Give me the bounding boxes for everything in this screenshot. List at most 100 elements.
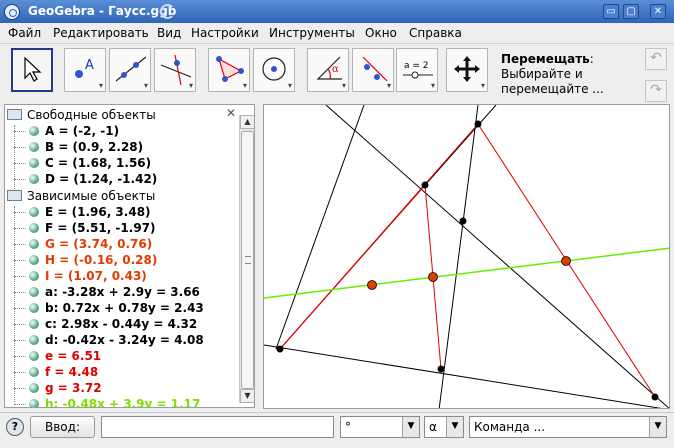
- window-title: GeoGebra - Гаусс.ggb: [28, 4, 177, 18]
- algebra-item[interactable]: a: -3.28x + 2.9y = 3.66: [5, 284, 235, 300]
- chevron-down-icon[interactable]: ▼: [649, 417, 666, 437]
- move-graphics-icon: [454, 56, 480, 82]
- perpendicular-line-icon: [160, 54, 191, 85]
- tool-new-point[interactable]: A ▾: [64, 48, 106, 92]
- slider-a2-icon: a = 2: [403, 61, 433, 79]
- svg-text:a = 2: a = 2: [404, 61, 429, 71]
- visibility-dot-icon[interactable]: [29, 287, 39, 297]
- visibility-dot-icon[interactable]: [29, 255, 39, 265]
- graphics-view[interactable]: [263, 104, 670, 409]
- command-placeholder: Команда ...: [474, 420, 546, 434]
- menu-help[interactable]: Справка: [409, 26, 462, 40]
- visibility-dot-icon[interactable]: [29, 367, 39, 377]
- minimize-button[interactable]: ▭: [603, 4, 619, 19]
- point-C: [459, 217, 467, 225]
- line-d: [264, 344, 662, 408]
- input-help-button[interactable]: ?: [6, 418, 24, 436]
- tree-folder-dependent[interactable]: Зависимые объекты: [5, 188, 235, 204]
- menu-window[interactable]: Окно: [365, 26, 397, 40]
- panel-splitter[interactable]: [256, 104, 262, 409]
- command-dropdown[interactable]: Команда ... ▼: [469, 416, 667, 438]
- algebra-item-text: A = (-2, -1): [45, 124, 120, 138]
- tool-angle[interactable]: α ▾: [307, 48, 349, 92]
- point-F: [651, 393, 659, 401]
- symbol-greek-dropdown[interactable]: α ▼: [424, 416, 464, 438]
- visibility-dot-icon[interactable]: [29, 174, 39, 184]
- tool-circle[interactable]: ▾: [253, 48, 295, 92]
- menu-options[interactable]: Настройки: [191, 26, 259, 40]
- visibility-dot-icon[interactable]: [29, 142, 39, 152]
- algebra-item[interactable]: I = (1.07, 0.43): [5, 268, 235, 284]
- undo-button[interactable]: ↶: [645, 48, 667, 70]
- algebra-item[interactable]: H = (-0.16, 0.28): [5, 252, 235, 268]
- visibility-dot-icon[interactable]: [29, 223, 39, 233]
- folder-icon: [7, 190, 22, 201]
- algebra-item[interactable]: c: 2.98x - 0.44y = 4.32: [5, 316, 235, 332]
- algebra-item[interactable]: e = 6.51: [5, 348, 235, 364]
- line-h-green: [264, 247, 669, 299]
- tool-line[interactable]: ▾: [109, 48, 151, 92]
- visibility-dot-icon[interactable]: [29, 383, 39, 393]
- point-G: [561, 256, 571, 266]
- algebra-item[interactable]: h: -0.48x + 3.9y = 1.17: [5, 396, 235, 408]
- menu-tools[interactable]: Инструменты: [269, 26, 355, 40]
- visibility-dot-icon[interactable]: [29, 335, 39, 345]
- tool-perpendicular[interactable]: ▾: [154, 48, 196, 92]
- visibility-dot-icon[interactable]: [29, 351, 39, 361]
- algebra-item[interactable]: G = (3.74, 0.76): [5, 236, 235, 252]
- algebra-item[interactable]: B = (0.9, 2.28): [5, 139, 235, 155]
- menu-view[interactable]: Вид: [157, 26, 181, 40]
- algebra-item-text: h: -0.48x + 3.9y = 1.17: [45, 397, 201, 408]
- tool-reflect[interactable]: ▾: [352, 48, 394, 92]
- title-bar: GeoGebra - Гаусс.ggb ▭ ▢ ✕: [0, 0, 674, 23]
- tool-help-text: Выбирайте и перемещайте ...: [501, 67, 604, 96]
- command-input[interactable]: [101, 416, 334, 438]
- algebra-scrollbar[interactable]: ▲ ▼: [239, 115, 254, 403]
- close-window-button[interactable]: ✕: [650, 4, 666, 19]
- visibility-dot-icon[interactable]: [29, 207, 39, 217]
- point-E: [474, 120, 482, 128]
- tool-move-view[interactable]: ▾: [446, 48, 488, 92]
- visibility-dot-icon[interactable]: [29, 239, 39, 249]
- menu-edit[interactable]: Редактировать: [53, 26, 149, 40]
- redo-button[interactable]: ↷: [645, 80, 667, 102]
- chevron-down-icon[interactable]: ▼: [402, 417, 419, 437]
- algebra-item-text: e = 6.51: [45, 349, 102, 363]
- reflect-line-icon: [362, 56, 388, 82]
- visibility-dot-icon[interactable]: [29, 158, 39, 168]
- input-label-button[interactable]: Ввод:: [30, 416, 95, 438]
- algebra-item-text: H = (-0.16, 0.28): [45, 253, 158, 267]
- tool-help-title: Перемещать:: [501, 52, 594, 66]
- algebra-item[interactable]: d: -0.42x - 3.24y = 4.08: [5, 332, 235, 348]
- swirl-icon: [160, 4, 175, 19]
- point-a-icon: A: [75, 58, 94, 78]
- algebra-item[interactable]: b: 0.72x + 0.78y = 2.43: [5, 300, 235, 316]
- tool-polygon[interactable]: ▾: [208, 48, 250, 92]
- chevron-down-icon[interactable]: ▼: [446, 417, 463, 437]
- visibility-dot-icon[interactable]: [29, 399, 39, 407]
- tool-move[interactable]: [11, 48, 53, 92]
- algebra-item[interactable]: D = (1.24, -1.42): [5, 171, 235, 187]
- visibility-dot-icon[interactable]: [29, 271, 39, 281]
- visibility-dot-icon[interactable]: [29, 303, 39, 313]
- tool-slider[interactable]: a = 2 ▾: [396, 48, 438, 92]
- visibility-dot-icon[interactable]: [29, 126, 39, 136]
- geometry-canvas[interactable]: [264, 105, 670, 409]
- algebra-item[interactable]: g = 3.72: [5, 380, 235, 396]
- algebra-view: ✕ Свободные объекты A = (-2, -1) B = (0.…: [4, 104, 255, 408]
- scroll-up-button[interactable]: ▲: [240, 115, 254, 129]
- symbol-degree-dropdown[interactable]: ° ▼: [340, 416, 420, 438]
- tree-folder-free[interactable]: Свободные объекты: [5, 107, 235, 123]
- maximize-button[interactable]: ▢: [623, 4, 639, 19]
- tool-help-name: Перемещать: [501, 52, 590, 66]
- scroll-thumb[interactable]: [241, 131, 254, 389]
- algebra-item[interactable]: f = 4.48: [5, 364, 235, 380]
- algebra-item[interactable]: E = (1.96, 3.48): [5, 204, 235, 220]
- algebra-item[interactable]: A = (-2, -1): [5, 123, 235, 139]
- algebra-item[interactable]: C = (1.68, 1.56): [5, 155, 235, 171]
- scroll-down-button[interactable]: ▼: [240, 389, 254, 403]
- visibility-dot-icon[interactable]: [29, 319, 39, 329]
- algebra-item-text: G = (3.74, 0.76): [45, 237, 153, 251]
- algebra-item[interactable]: F = (5.51, -1.97): [5, 220, 235, 236]
- menu-file[interactable]: Файл: [8, 26, 41, 40]
